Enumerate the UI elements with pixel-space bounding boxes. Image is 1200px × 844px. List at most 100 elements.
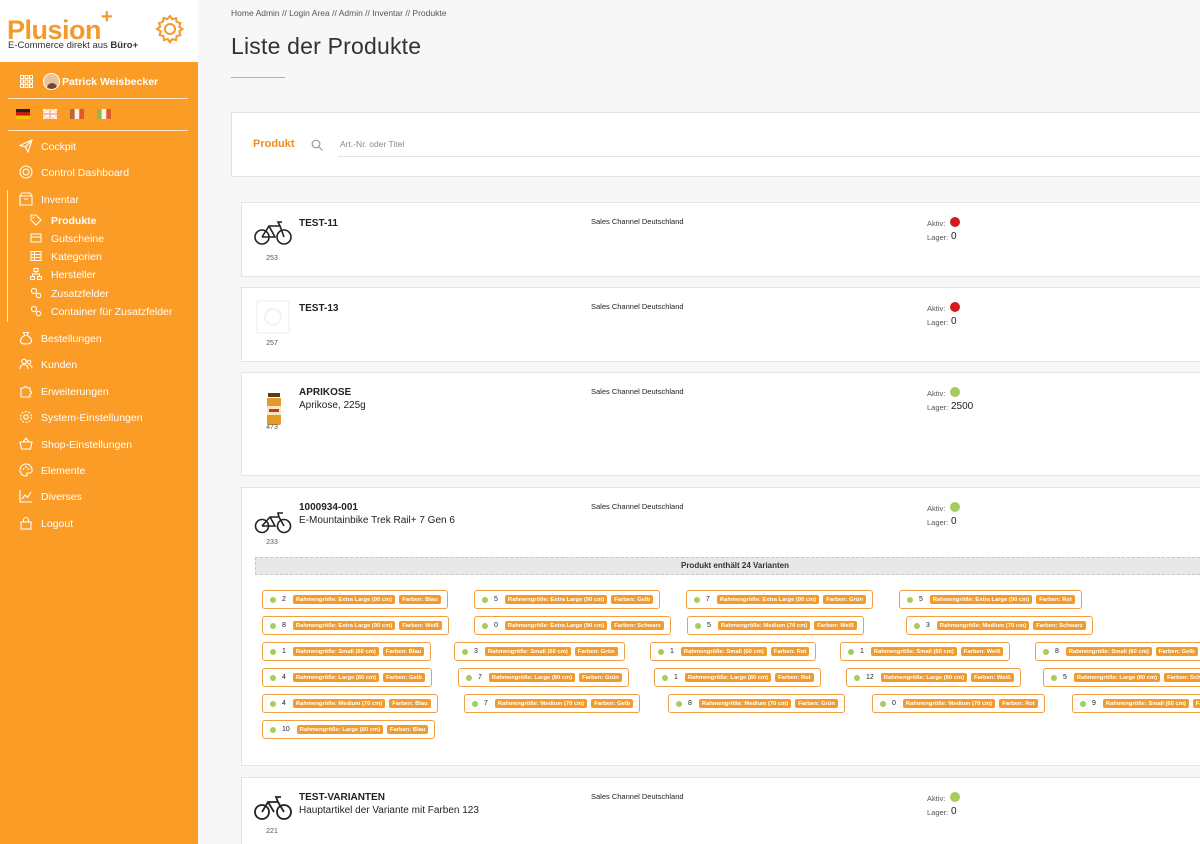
variant-color-tag: Farben: Rot [770, 647, 810, 656]
variant-status-dot [1043, 648, 1049, 655]
variant-chip[interactable]: 5 Rahmengröße: Medium (70 cm) Farben: Weiß [687, 616, 864, 635]
variant-chip[interactable]: 0 Rahmengröße: Extra Large (90 cm) Farben:… [474, 616, 671, 635]
gear-icon[interactable] [154, 13, 186, 45]
grid-icon[interactable] [20, 75, 33, 88]
sub-item-container[interactable]: Container für Zusatzfelder [0, 303, 198, 320]
nav-item-logout[interactable]: Logout [0, 514, 198, 534]
nav-item-control-dashboard[interactable]: Control Dashboard [0, 163, 198, 183]
product-card[interactable]: 257 TEST-13 Sales Channel Deutschland Ak… [241, 287, 1200, 362]
variant-chip[interactable]: 1 Rahmengröße: Large (80 cm) Farben: Rot [654, 668, 821, 687]
table-icon [30, 251, 42, 261]
stock-label: Lager: [927, 518, 949, 527]
sub-item-hersteller[interactable]: Hersteller [0, 266, 198, 283]
product-sku[interactable]: TEST-VARIANTEN [299, 792, 385, 803]
variant-size-tag: Rahmengröße: Large (80 cm) [880, 673, 968, 682]
flag-fr-icon[interactable] [70, 109, 84, 119]
nav-item-label: Shop-Einstellungen [41, 439, 133, 451]
variant-chip[interactable]: 3 Rahmengröße: Medium (70 cm) Farben: Schw… [906, 616, 1093, 635]
variant-chip[interactable]: 4 Rahmengröße: Large (80 cm) Farben: Gelb [262, 668, 432, 687]
status-dot[interactable] [950, 502, 960, 512]
status-dot[interactable] [950, 302, 960, 312]
status-dot[interactable] [950, 792, 960, 802]
variant-status-dot [848, 648, 854, 655]
nav-item-system-einstellungen[interactable]: System-Einstellungen [0, 408, 198, 428]
sitemap-icon [30, 268, 42, 280]
variant-chip[interactable]: 1 Rahmengröße: Small (60 cm) Farben: Blau [262, 642, 432, 661]
product-card[interactable]: 253 TEST-11 Sales Channel Deutschland Ak… [241, 202, 1200, 277]
variant-chip[interactable]: 5 Rahmengröße: Large (80 cm)Farben: Schwa… [1043, 668, 1200, 687]
variant-status-dot [1051, 674, 1057, 681]
avatar[interactable] [43, 73, 60, 90]
product-sku[interactable]: 1000934-001 [299, 502, 358, 513]
nav-item-label: Elemente [41, 465, 86, 477]
variants-notice[interactable]: Produkt enthält 24 Varianten [255, 557, 1200, 575]
active-label: Aktiv: [927, 504, 946, 513]
nav-item-shop-einstellungen[interactable]: Shop-Einstellungen [0, 435, 198, 455]
variant-chip[interactable]: 9 Rahmengröße: Small (60 cm)Farben: Schwa… [1072, 694, 1200, 713]
variant-size-tag: Rahmengröße: Medium (70 cm) [717, 621, 811, 630]
variant-status-dot [694, 596, 700, 603]
nav-item-elemente[interactable]: Elemente [0, 461, 198, 481]
variant-chip[interactable]: 8 Rahmengröße: Medium (70 cm) Farben: Grün [668, 694, 845, 713]
nav-item-cockpit[interactable]: Cockpit [0, 137, 198, 157]
variant-chip[interactable]: 4 Rahmengröße: Medium (70 cm) Farben: Blau [262, 694, 438, 713]
variant-status-dot [270, 596, 276, 603]
flag-it-icon[interactable] [97, 109, 111, 119]
nav-item-label: System-Einstellungen [41, 412, 143, 424]
variant-chip[interactable]: 7 Rahmengröße: Extra Large (90 cm) Farben:… [686, 590, 873, 609]
product-card[interactable]: 221 TEST-VARIANTEN Hauptartikel der Vari… [241, 777, 1200, 844]
variant-status-dot [270, 674, 276, 681]
variant-chip[interactable]: 1 Rahmengröße: Small (60 cm) Farben: Rot [650, 642, 817, 661]
nav-item-diverses[interactable]: Diverses [0, 487, 198, 507]
product-card[interactable]: 473 APRIKOSE Aprikose, 225g Sales Channe… [241, 372, 1200, 476]
product-sku[interactable]: TEST-13 [299, 303, 338, 314]
variant-chip[interactable]: 7 Rahmengröße: Large (80 cm) Farben: Grün [458, 668, 629, 687]
nav-item-erweiterungen[interactable]: Erweiterungen [0, 382, 198, 402]
product-card[interactable]: 233 1000934-001 E-Mountainbike Trek Rail… [241, 487, 1200, 766]
variant-status-dot [695, 622, 701, 629]
nav-item-bestellungen[interactable]: Bestellungen [0, 329, 198, 349]
flag-de-icon[interactable] [16, 109, 30, 119]
variant-chip[interactable]: 5 Rahmengröße: Extra Large (90 cm) Farben:… [899, 590, 1082, 609]
variant-chip[interactable]: 8 Rahmengröße: Extra Large (90 cm) Farben:… [262, 616, 449, 635]
sub-item-label: Kategorien [51, 251, 102, 263]
variant-chip[interactable]: 7 Rahmengröße: Medium (70 cm) Farben: Gelb [464, 694, 640, 713]
basket-icon [19, 437, 33, 450]
variant-chip[interactable]: 2 Rahmengröße: Extra Large (90 cm) Farben:… [262, 590, 448, 609]
nav-item-inventar[interactable]: Inventar [0, 190, 198, 210]
nav-item-kunden[interactable]: Kunden [0, 355, 198, 375]
sub-item-gutscheine[interactable]: Gutscheine [0, 230, 198, 247]
sub-item-kategorien[interactable]: Kategorien [0, 248, 198, 265]
paper-plane-icon [19, 139, 33, 153]
user-row[interactable]: Patrick Weisbecker [0, 70, 198, 94]
status-dot[interactable] [950, 387, 960, 397]
sub-item-zusatzfelder[interactable]: Zusatzfelder [0, 285, 198, 302]
search-input[interactable] [338, 132, 1200, 157]
product-sku[interactable]: APRIKOSE [299, 387, 351, 398]
flag-gb-icon[interactable] [43, 109, 57, 119]
ebike-image-icon [254, 512, 292, 534]
variant-chip[interactable]: 12 Rahmengröße: Large (80 cm) Farben: Weiß [846, 668, 1021, 687]
variant-size-tag: Rahmengröße: Large (80 cm) [488, 673, 576, 682]
variant-status-dot [482, 622, 488, 629]
variant-chip[interactable]: 3 Rahmengröße: Small (60 cm) Farben: Grün [454, 642, 625, 661]
stock-label: Lager: [927, 318, 949, 327]
variant-chip[interactable]: 0 Rahmengröße: Medium (70 cm) Farben: Rot [872, 694, 1045, 713]
breadcrumb[interactable]: Home Admin // Login Area // Admin // Inv… [231, 8, 446, 18]
variant-chip[interactable]: 1 Rahmengröße: Small (60 cm) Farben: Weiß [840, 642, 1011, 661]
variant-size-tag: Rahmengröße: Extra Large (90 cm) [504, 621, 608, 630]
sub-item-label: Zusatzfelder [51, 288, 109, 300]
variant-color-tag: Farben: Weiß [399, 621, 442, 630]
variant-chip[interactable]: 10 Rahmengröße: Large (80 cm) Farben: Blau [262, 720, 436, 739]
palette-icon [19, 463, 33, 477]
lock-icon [20, 516, 32, 530]
cogs-icon [30, 287, 42, 299]
variant-chip[interactable]: 5 Rahmengröße: Extra Large (90 cm) Farben:… [474, 590, 660, 609]
chart-icon [19, 490, 32, 503]
variant-chip[interactable]: 8 Rahmengröße: Small (60 cm) Farben: Gelb [1035, 642, 1200, 661]
status-dot[interactable] [950, 217, 960, 227]
product-sku[interactable]: TEST-11 [299, 218, 338, 229]
variant-status-dot [466, 674, 472, 681]
sub-item-produkte[interactable]: Produkte [0, 212, 198, 229]
variant-quantity: 3 [926, 622, 930, 629]
